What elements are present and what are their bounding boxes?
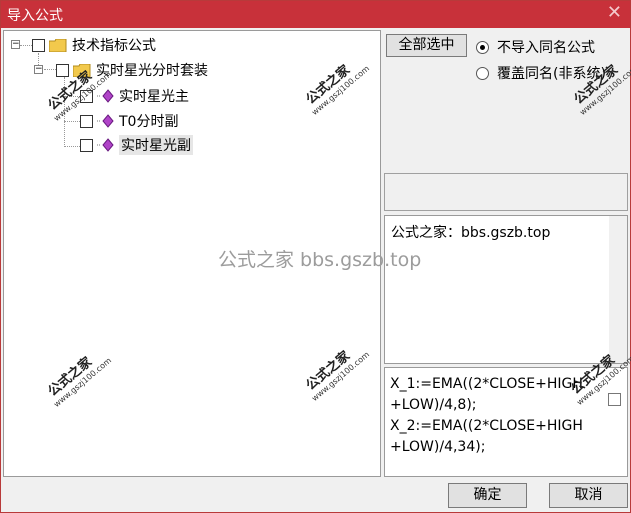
folder-icon: [48, 38, 67, 52]
radio-overwrite-button[interactable]: [476, 66, 489, 80]
tree-item[interactable]: T0分时副: [80, 111, 178, 131]
item-label: 实时星光副: [119, 135, 193, 155]
radio-skip-same-name[interactable]: 不导入同名公式: [476, 37, 595, 57]
tree-connector: [64, 77, 65, 147]
formula-gem-icon: [97, 89, 115, 103]
formula-gem-icon: [97, 138, 115, 152]
code-line: X_1:=EMA((2*CLOSE+HIGH: [390, 376, 583, 392]
window-title: 导入公式: [7, 8, 63, 24]
item-checkbox[interactable]: [80, 138, 93, 152]
root-checkbox[interactable]: [32, 38, 45, 52]
code-line: X_2:=EMA((2*CLOSE+HIGH: [390, 418, 583, 434]
code-checkbox[interactable]: [608, 393, 621, 406]
code-line: +LOW)/4,34);: [390, 439, 486, 455]
group-expander[interactable]: −: [34, 65, 43, 74]
title-bar: 导入公式 ✕: [1, 1, 630, 28]
item-label: 实时星光主: [119, 89, 189, 105]
ok-button[interactable]: 确定: [448, 483, 527, 508]
radio-overwrite-label: 覆盖同名(非系统): [497, 66, 606, 82]
import-formula-dialog: 导入公式 ✕ − 技术指标公式 − 实时星光分时套装 实时星光主 T0分时副 实…: [0, 0, 631, 513]
item-checkbox[interactable]: [80, 114, 93, 128]
code-line: +LOW)/4,8);: [390, 397, 477, 413]
select-all-button[interactable]: 全部选中: [386, 34, 467, 57]
root-expander[interactable]: −: [11, 40, 20, 49]
root-label: 技术指标公式: [72, 38, 156, 54]
item-label: T0分时副: [119, 114, 179, 130]
description-text: 公式之家：bbs.gszb.top: [391, 225, 551, 241]
group-label: 实时星光分时套装: [96, 63, 208, 79]
scrollbar[interactable]: [609, 216, 627, 363]
formula-code-panel: X_1:=EMA((2*CLOSE+HIGH +LOW)/4,8); X_2:=…: [384, 367, 628, 477]
folder-icon: [72, 63, 91, 77]
tree-item[interactable]: 实时星光副: [80, 135, 193, 155]
tree-node-root[interactable]: 技术指标公式: [32, 35, 156, 55]
empty-field: [384, 173, 628, 211]
center-watermark: 公式之家 bbs.gszb.top: [218, 249, 422, 271]
radio-skip-button[interactable]: [476, 40, 489, 54]
formula-gem-icon: [97, 114, 115, 128]
tree-item[interactable]: 实时星光主: [80, 86, 189, 106]
cancel-button[interactable]: 取消: [549, 483, 628, 508]
radio-skip-label: 不导入同名公式: [497, 40, 595, 56]
item-checkbox[interactable]: [80, 89, 93, 103]
close-icon[interactable]: ✕: [607, 2, 622, 23]
tree-node-group[interactable]: 实时星光分时套装: [56, 60, 208, 80]
radio-overwrite-same-name[interactable]: 覆盖同名(非系统): [476, 63, 606, 83]
formula-description-panel: 公式之家：bbs.gszb.top: [384, 215, 628, 364]
tree-connector: [44, 69, 56, 70]
group-checkbox[interactable]: [56, 63, 69, 77]
